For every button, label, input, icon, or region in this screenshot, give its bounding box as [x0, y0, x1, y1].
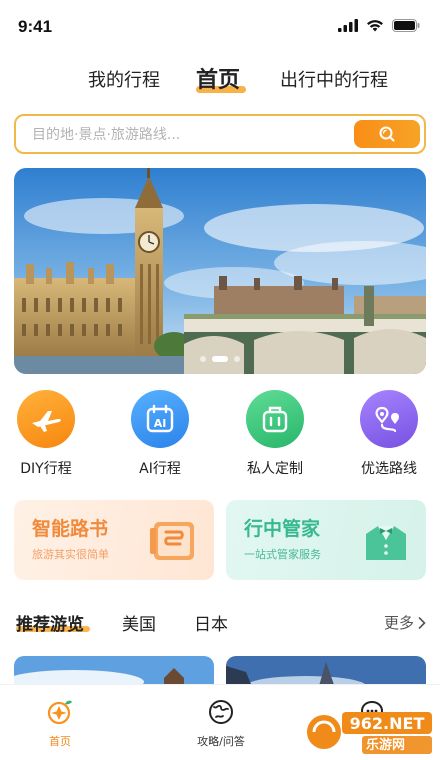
trip-butler-card[interactable]: 行中管家 一站式管家服务	[226, 500, 426, 580]
svg-text:AI: AI	[154, 417, 167, 430]
private-custom-button[interactable]: 私人定制	[230, 390, 320, 478]
trip-butler-subtitle: 一站式管家服务	[244, 548, 321, 561]
carousel-dot[interactable]	[234, 356, 240, 362]
preferred-route-button[interactable]: 优选路线	[344, 390, 434, 478]
ai-trip-button[interactable]: AI AI行程	[115, 390, 205, 478]
tab-my-trips[interactable]: 我的行程	[88, 66, 160, 92]
status-bar: 9:41	[0, 0, 440, 52]
guidebook-icon	[150, 522, 194, 560]
smart-guide-subtitle: 旅游其实很简单	[32, 548, 109, 561]
carousel-dots	[200, 356, 240, 362]
signal-icon	[338, 19, 358, 32]
battery-icon	[392, 19, 420, 32]
wifi-icon	[367, 20, 383, 32]
tab-recommended[interactable]: 推荐游览	[16, 610, 84, 635]
carousel-dot[interactable]	[200, 356, 206, 362]
carousel-dot-active[interactable]	[212, 356, 228, 362]
diy-trip-button[interactable]: DIY行程	[1, 390, 91, 478]
globe-icon	[176, 697, 266, 727]
site-watermark: 962.NET 乐游网	[302, 706, 436, 756]
smart-guide-card[interactable]: 智能路书 旅游其实很简单	[14, 500, 214, 580]
nav-guide-qa[interactable]: 攻略/问答	[176, 697, 266, 749]
ai-trip-label: AI行程	[139, 461, 181, 477]
status-time: 9:41	[18, 17, 53, 36]
nav-home[interactable]: 首页	[15, 697, 105, 749]
tab-traveling-trips[interactable]: 出行中的行程	[280, 66, 388, 92]
search-bar	[14, 114, 426, 154]
tab-home[interactable]: 首页	[196, 62, 240, 94]
suitcase-icon	[246, 390, 304, 448]
watermark-subtitle: 乐游网	[366, 738, 406, 753]
home-compass-icon	[15, 697, 105, 727]
search-input[interactable]	[32, 124, 352, 146]
smart-guide-title: 智能路书	[32, 518, 109, 540]
banner-carousel[interactable]	[14, 168, 426, 374]
route-pin-icon	[360, 390, 418, 448]
search-button[interactable]	[354, 120, 420, 148]
butler-suit-icon	[366, 526, 406, 560]
search-icon	[379, 126, 395, 142]
preferred-route-label: 优选路线	[361, 461, 417, 477]
quick-actions: DIY行程 AI AI行程 私人定制 优选路线	[0, 390, 440, 480]
nav-home-label: 首页	[49, 735, 71, 748]
banner-image	[14, 168, 426, 374]
chevron-right-icon	[418, 616, 426, 629]
tab-home-label: 首页	[196, 68, 241, 93]
svg-text:962.NET: 962.NET	[350, 714, 425, 733]
airplane-icon	[17, 390, 75, 448]
top-tabs: 我的行程 首页 出行中的行程	[0, 62, 440, 102]
diy-trip-label: DIY行程	[20, 461, 72, 477]
recommend-tabs: 推荐游览 美国 日本 更多	[0, 606, 440, 636]
ai-calendar-icon: AI	[131, 390, 189, 448]
more-label: 更多	[383, 614, 414, 632]
tab-usa[interactable]: 美国	[122, 610, 156, 635]
more-link[interactable]: 更多	[384, 612, 426, 633]
tab-recommended-label: 推荐游览	[16, 615, 84, 635]
status-icons	[338, 19, 420, 32]
trip-butler-title: 行中管家	[244, 518, 321, 540]
nav-guide-label: 攻略/问答	[197, 735, 245, 748]
tab-japan[interactable]: 日本	[194, 610, 228, 635]
private-custom-label: 私人定制	[247, 461, 303, 477]
